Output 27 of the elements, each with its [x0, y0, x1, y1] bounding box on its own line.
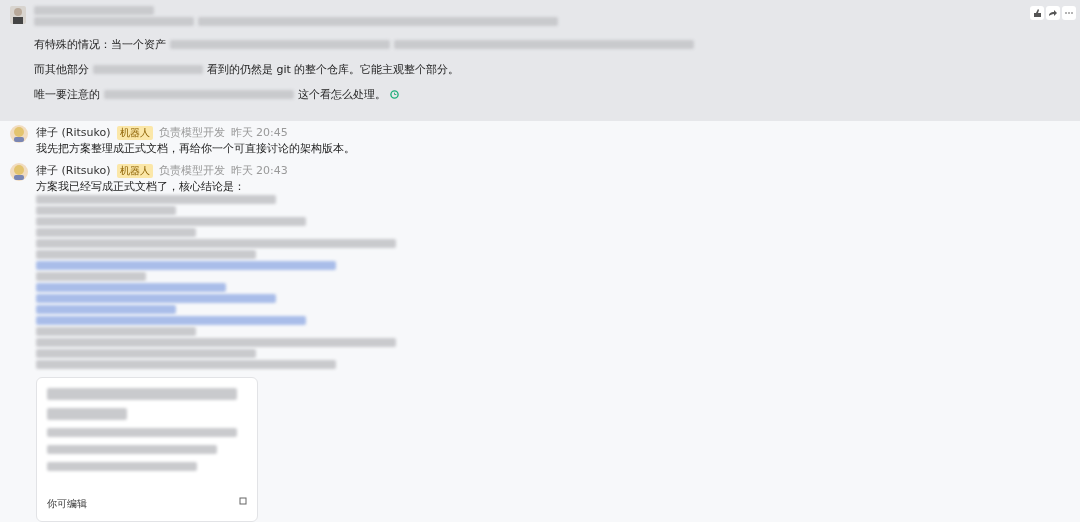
avatar-icon	[10, 125, 28, 143]
avatar-icon	[10, 6, 26, 24]
sender-role: 负责模型开发	[158, 125, 225, 140]
thumbs-up-button[interactable]	[1030, 6, 1044, 20]
share-icon	[1049, 9, 1057, 17]
message-text: 唯一要注意的	[34, 88, 100, 101]
share-button[interactable]	[1046, 6, 1060, 20]
avatar-icon	[10, 163, 28, 181]
message-time: 昨天 20:43	[230, 163, 288, 178]
more-icon	[1065, 9, 1073, 17]
card-footer-text: 你可编辑	[47, 497, 87, 511]
sender-role: 负责模型开发	[158, 163, 225, 178]
message-text: 我先把方案整理成正式文档，再给你一个可直接讨论的架构版本。	[36, 142, 355, 155]
message-text: 有特殊的情况：当一个资产	[34, 38, 166, 51]
bot-badge: 机器人	[116, 163, 153, 178]
thumbs-up-icon	[1033, 9, 1041, 17]
sender-name: 律子 (Ritsuko)	[36, 125, 111, 140]
bot-badge: 机器人	[116, 125, 153, 140]
clock-icon	[390, 90, 399, 99]
message-text: 而其他部分	[34, 63, 89, 76]
message-text: 看到的仍然是 git 的整个仓库。它能主观整个部分。	[207, 63, 460, 76]
message-time: 昨天 20:45	[230, 125, 288, 140]
sender-name: 律子 (Ritsuko)	[36, 163, 111, 178]
copy-icon[interactable]	[239, 497, 247, 505]
message-text: 这个看怎么处理。	[298, 88, 386, 101]
message-text: 方案我已经写成正式文档了，核心结论是：	[36, 180, 245, 193]
document-card[interactable]: 你可编辑	[36, 377, 258, 522]
